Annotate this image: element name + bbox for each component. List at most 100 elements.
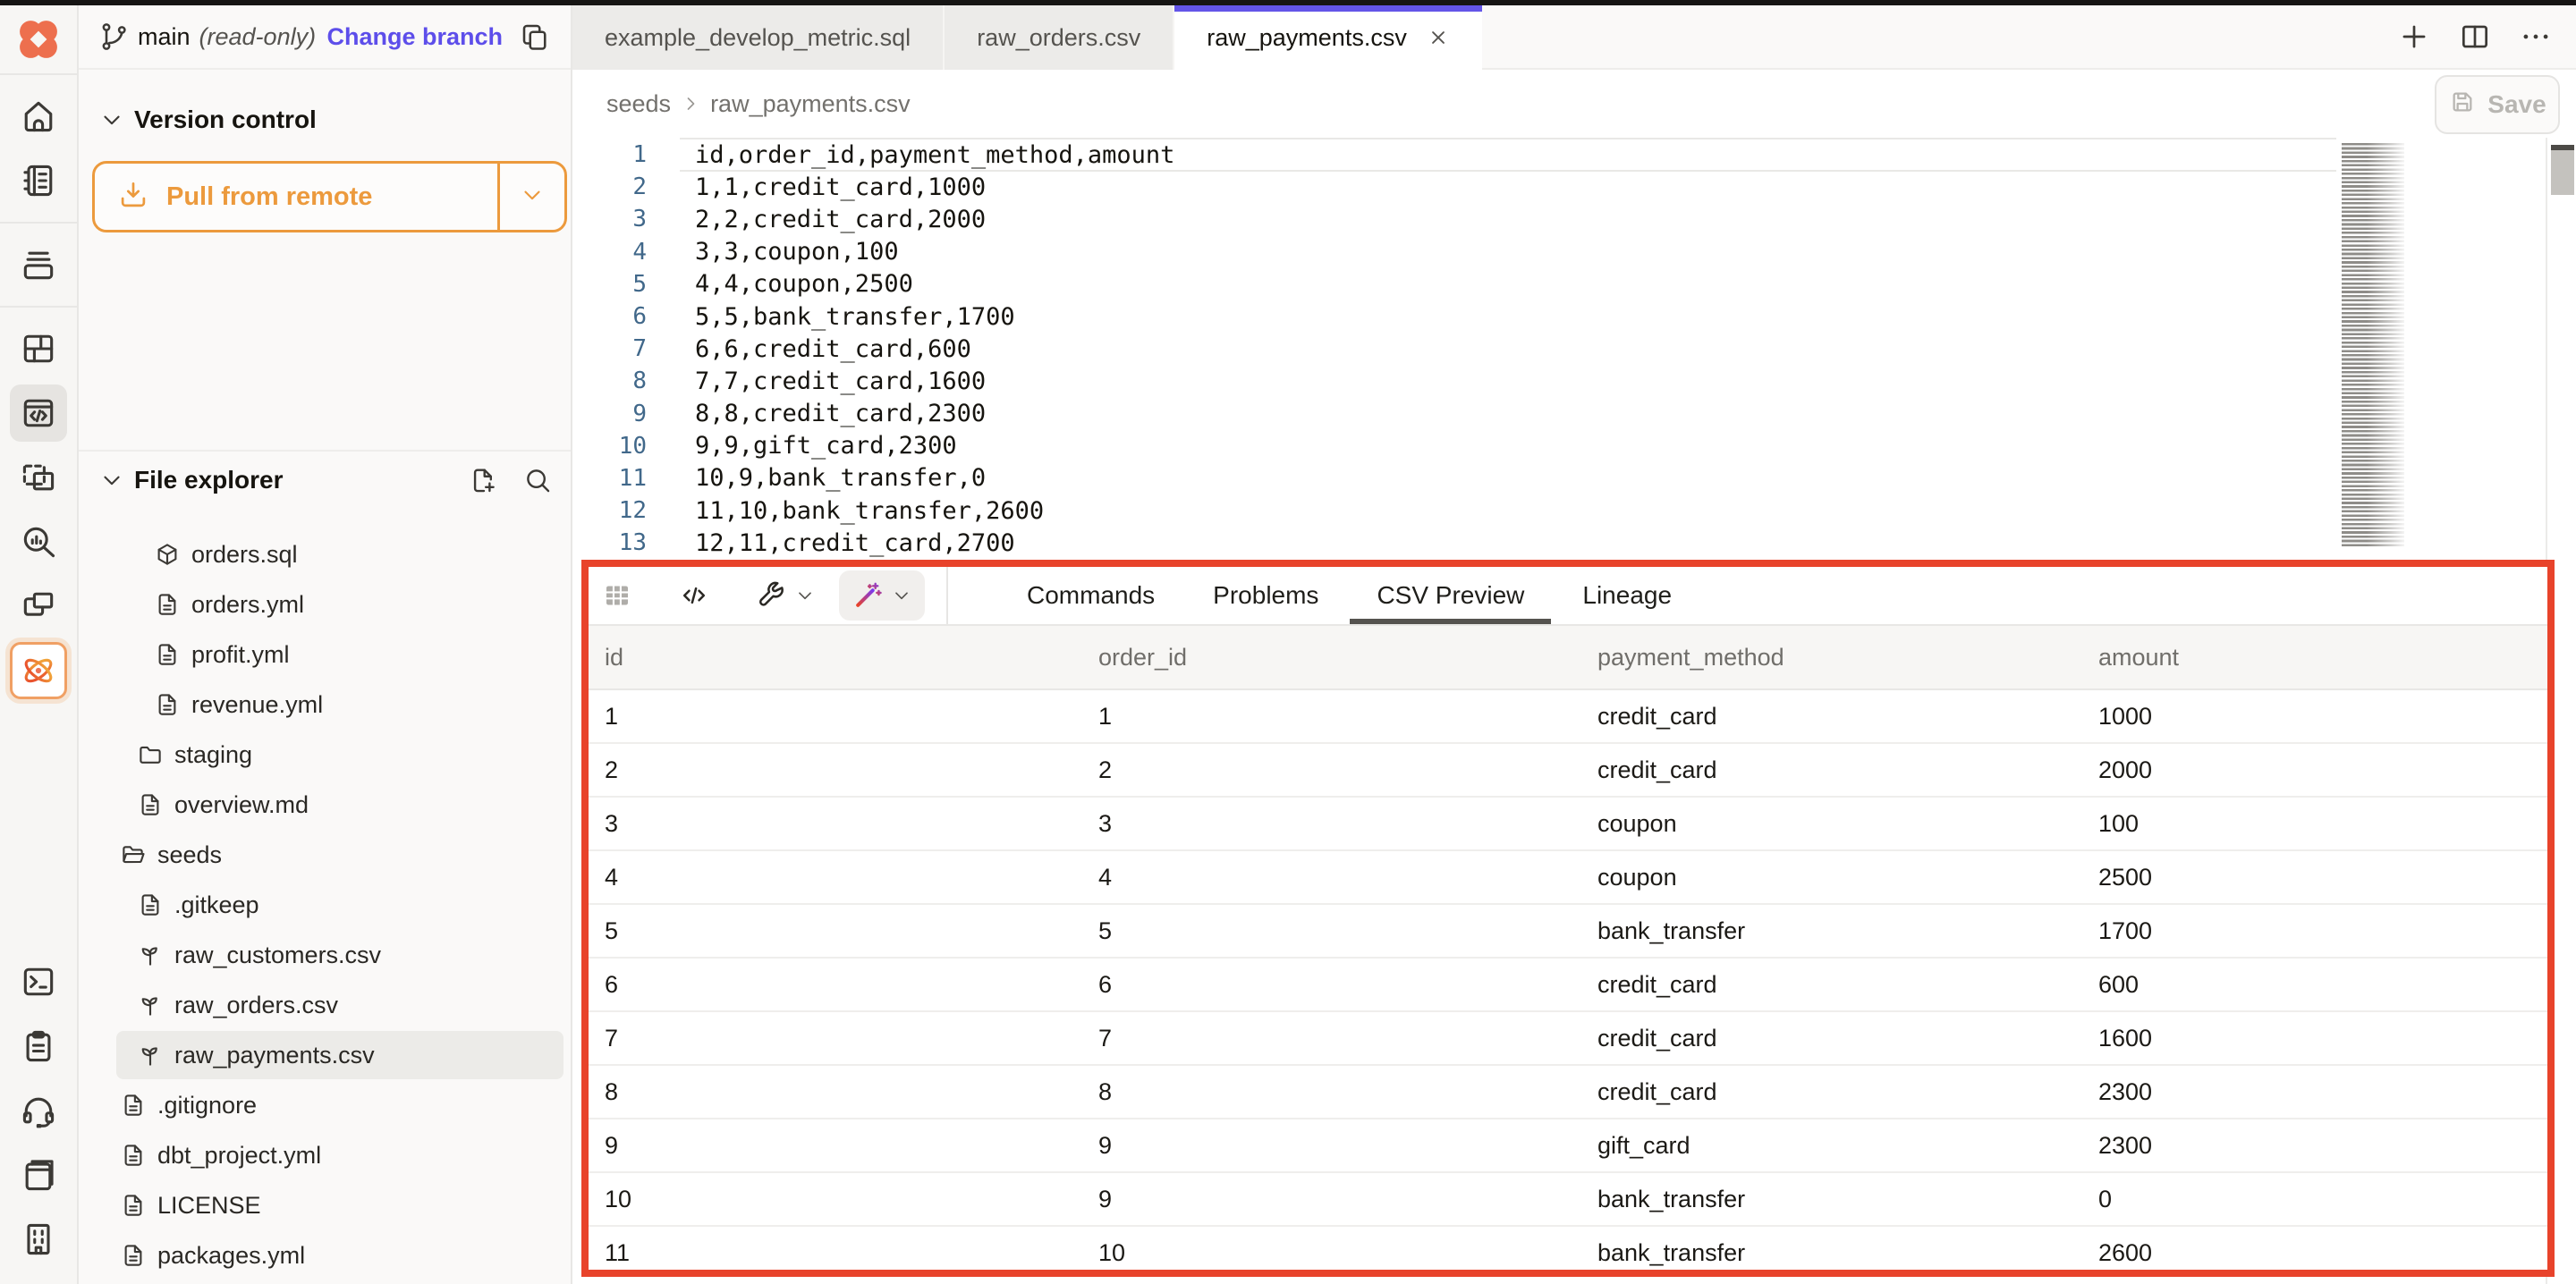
code-line-9[interactable]: 98,8,credit_card,2300 <box>572 398 2361 430</box>
file-icon <box>154 641 181 668</box>
breadcrumb-segment[interactable]: raw_payments.csv <box>710 90 911 118</box>
file-item-revenue-yml[interactable]: revenue.yml <box>79 680 571 730</box>
code-text: 1,1,credit_card,1000 <box>695 173 986 201</box>
code-line-8[interactable]: 87,7,credit_card,1600 <box>572 365 2361 397</box>
file-item-raw-orders-csv[interactable]: raw_orders.csv <box>79 980 571 1030</box>
pull-options-caret[interactable] <box>500 164 564 230</box>
version-control-title: Version control <box>134 106 317 134</box>
docs-book-icon[interactable] <box>10 1146 67 1204</box>
results-table-icon[interactable] <box>601 579 633 612</box>
panel-tab-csv-preview[interactable]: CSV Preview <box>1377 567 1524 624</box>
close-icon[interactable] <box>1427 26 1450 49</box>
code-line-3[interactable]: 32,2,credit_card,2000 <box>572 203 2361 235</box>
dashboard-icon[interactable] <box>10 320 67 377</box>
cell: coupon <box>1597 810 2098 838</box>
chevron-down-icon[interactable] <box>794 585 816 606</box>
sidebar: main (read-only) Change branch Version c… <box>79 5 572 1284</box>
code-line-6[interactable]: 65,5,bank_transfer,1700 <box>572 300 2361 333</box>
file-item-label: overview.md <box>174 791 309 819</box>
file-item-license[interactable]: LICENSE <box>79 1180 571 1230</box>
file-item-label: .gitkeep <box>174 891 259 919</box>
file-item-orders-yml[interactable]: orders.yml <box>79 579 571 629</box>
split-editor-icon[interactable] <box>2458 20 2492 54</box>
version-control-header[interactable]: Version control <box>98 106 317 134</box>
tab-example-develop-metric-sql[interactable]: example_develop_metric.sql <box>572 5 945 70</box>
minimap[interactable] <box>2342 143 2404 547</box>
file-item-raw-customers-csv[interactable]: raw_customers.csv <box>79 930 571 980</box>
organization-icon[interactable] <box>10 1211 67 1268</box>
code-line-12[interactable]: 1211,10,bank_transfer,2600 <box>572 494 2361 527</box>
file-item-seeds[interactable]: seeds <box>79 830 571 880</box>
file-icon <box>120 1192 147 1219</box>
pull-from-remote-main[interactable]: Pull from remote <box>95 164 497 230</box>
panel-tab-lineage[interactable]: Lineage <box>1582 567 1672 624</box>
copilot-icon[interactable] <box>10 642 67 699</box>
code-line-2[interactable]: 2 1,1,credit_card,1000 <box>572 171 2361 203</box>
build-wrench-icon[interactable] <box>755 579 787 612</box>
code-line-13[interactable]: 1312,11,credit_card,2700 <box>572 527 2361 559</box>
home-icon[interactable] <box>10 88 67 145</box>
file-explorer-header[interactable]: File explorer <box>98 465 553 495</box>
copy-icon[interactable] <box>519 21 551 53</box>
file-item--gitkeep[interactable]: .gitkeep <box>79 880 571 930</box>
tab-raw-payments-csv[interactable]: raw_payments.csv <box>1174 5 1482 70</box>
file-item-profit-yml[interactable]: profit.yml <box>79 629 571 680</box>
clipboard-icon[interactable] <box>10 1018 67 1075</box>
file-item-dbt-project-yml[interactable]: dbt_project.yml <box>79 1130 571 1180</box>
change-branch-link[interactable]: Change branch <box>326 23 503 51</box>
file-item-label: orders.sql <box>191 541 298 569</box>
code-line-11[interactable]: 1110,9,bank_transfer,0 <box>572 462 2361 494</box>
column-header-id: id <box>605 644 1098 672</box>
line-number: 5 <box>572 271 662 298</box>
chevron-down-icon <box>519 182 546 213</box>
code-line-1[interactable]: 1id,order_id,payment_method,amount <box>572 139 2361 171</box>
more-options-icon[interactable] <box>2519 20 2553 54</box>
table-row: 88credit_card2300 <box>589 1066 2547 1119</box>
code-line-10[interactable]: 109,9,gift_card,2300 <box>572 430 2361 462</box>
file-item-orders-sql[interactable]: orders.sql <box>79 529 571 579</box>
file-item-label: raw_orders.csv <box>174 992 338 1019</box>
panel-tab-problems[interactable]: Problems <box>1213 567 1318 624</box>
panel-tab-commands[interactable]: Commands <box>1027 567 1155 624</box>
file-item-label: orders.yml <box>191 591 304 619</box>
file-icon <box>137 791 164 818</box>
code-line-4[interactable]: 43,3,coupon,100 <box>572 236 2361 268</box>
file-item--gitignore[interactable]: .gitignore <box>79 1080 571 1130</box>
new-tab-icon[interactable] <box>2397 20 2431 54</box>
inbox-stack-icon[interactable] <box>10 236 67 293</box>
file-item-staging[interactable]: staging <box>79 730 571 780</box>
notebook-icon[interactable] <box>10 152 67 209</box>
csv-table-header: idorder_idpayment_methodamount <box>589 624 2547 690</box>
csv-preview-panel-highlighted: Commands Problems CSV Preview Lineage idord… <box>581 560 2555 1277</box>
scrollbar-thumb[interactable] <box>2551 145 2574 195</box>
cell: 8 <box>1098 1078 1597 1106</box>
tab-raw-orders-csv[interactable]: raw_orders.csv <box>945 5 1174 70</box>
search-icon[interactable] <box>522 465 553 495</box>
dbt-logo[interactable] <box>0 5 78 73</box>
save-button[interactable]: Save <box>2435 75 2560 134</box>
code-editor-icon[interactable] <box>10 384 67 442</box>
headset-icon[interactable] <box>10 1082 67 1139</box>
frame-select-icon[interactable] <box>10 449 67 506</box>
cell: 2 <box>1098 756 1597 784</box>
compiled-code-icon[interactable] <box>678 579 710 612</box>
windows-icon[interactable] <box>10 578 67 635</box>
cell: 1000 <box>2098 703 2547 731</box>
cell: 2000 <box>2098 756 2547 784</box>
file-item-raw-payments-csv[interactable]: raw_payments.csv <box>79 1030 571 1080</box>
explore-icon[interactable] <box>10 513 67 570</box>
breadcrumb-segment[interactable]: seeds <box>606 90 671 118</box>
new-file-icon[interactable] <box>469 465 499 495</box>
line-number: 2 <box>572 173 662 200</box>
table-row: 55bank_transfer1700 <box>589 905 2547 959</box>
copilot-wand-group[interactable] <box>839 570 925 621</box>
cell: 2300 <box>2098 1132 2547 1160</box>
terminal-icon[interactable] <box>10 953 67 1010</box>
file-item-overview-md[interactable]: overview.md <box>79 780 571 830</box>
file-item-label: revenue.yml <box>191 691 323 719</box>
code-line-7[interactable]: 76,6,credit_card,600 <box>572 333 2361 365</box>
line-number: 6 <box>572 303 662 330</box>
code-line-5[interactable]: 54,4,coupon,2500 <box>572 268 2361 300</box>
file-item-label: seeds <box>157 841 222 869</box>
file-item-packages-yml[interactable]: packages.yml <box>79 1230 571 1280</box>
